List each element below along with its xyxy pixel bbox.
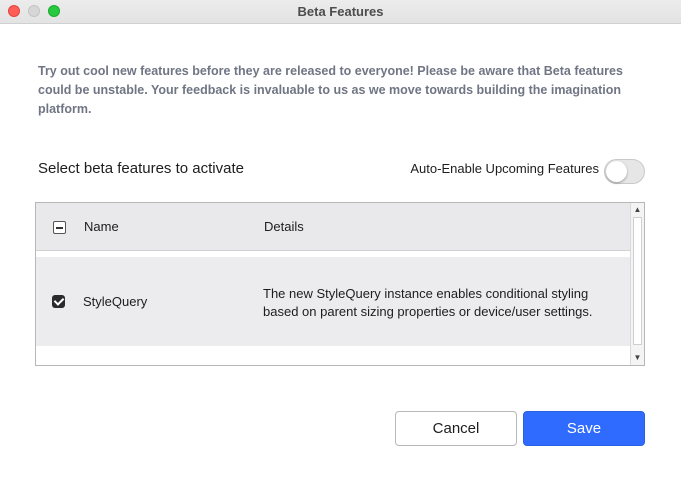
- scroll-thumb[interactable]: [633, 217, 642, 345]
- table-row[interactable]: StyleQuery The new StyleQuery instance e…: [36, 257, 630, 346]
- select-all-checkbox[interactable]: [53, 221, 66, 234]
- section-title: Select beta features to activate: [38, 160, 244, 177]
- toggle-knob: [606, 161, 627, 182]
- feature-details: The new StyleQuery instance enables cond…: [263, 286, 593, 319]
- auto-enable-toggle[interactable]: [604, 159, 645, 184]
- feature-name: StyleQuery: [83, 294, 148, 309]
- scroll-down-arrow-icon[interactable]: ▼: [631, 352, 644, 364]
- table-scrollbar[interactable]: ▲ ▼: [630, 203, 644, 365]
- beta-features-dialog: Beta Features Try out cool new features …: [0, 0, 681, 481]
- auto-enable-label: Auto-Enable Upcoming Features: [410, 161, 599, 176]
- window-title: Beta Features: [297, 4, 384, 19]
- beta-features-table: Name Details StyleQuery The new StyleQue…: [35, 202, 645, 366]
- intro-text: Try out cool new features before they ar…: [38, 64, 623, 116]
- column-header-name[interactable]: Name: [84, 219, 119, 234]
- cancel-button[interactable]: Cancel: [395, 411, 517, 446]
- title-bar: Beta Features: [0, 0, 681, 24]
- table-header: Name Details: [36, 203, 630, 251]
- column-header-details[interactable]: Details: [264, 219, 304, 234]
- row-checkbox[interactable]: [52, 295, 65, 308]
- save-button[interactable]: Save: [523, 411, 645, 446]
- scroll-up-arrow-icon[interactable]: ▲: [631, 204, 644, 216]
